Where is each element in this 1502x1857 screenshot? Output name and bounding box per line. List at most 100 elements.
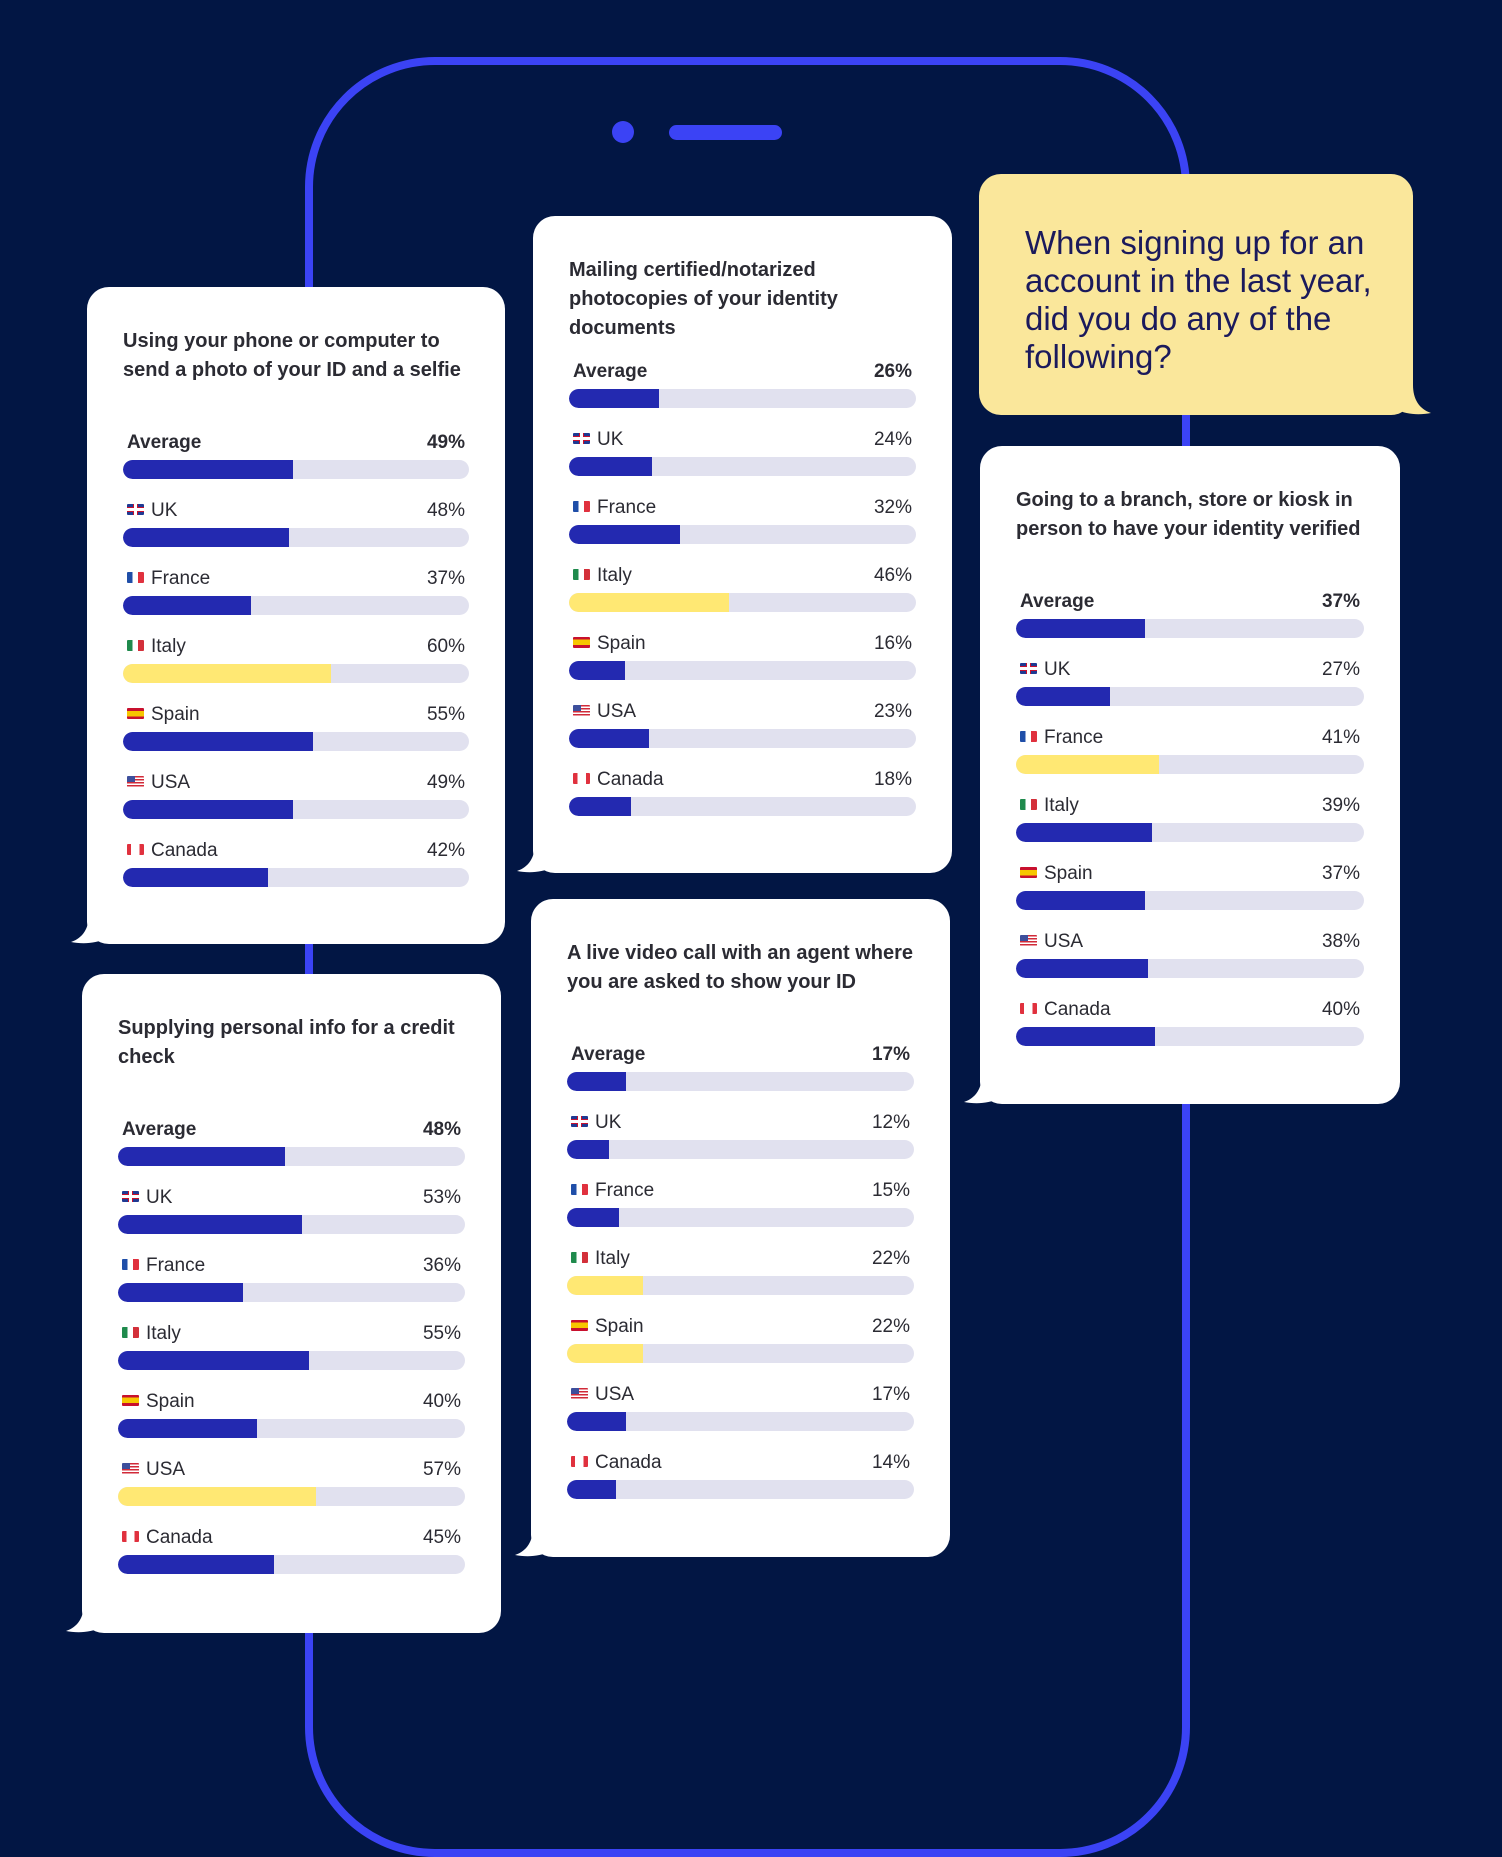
category-label-wrap: Italy [122, 1323, 181, 1345]
category-label-wrap: Canada [571, 1452, 662, 1474]
bar-row-header: Average 26% [569, 359, 916, 383]
bar-fill [567, 1412, 626, 1431]
value-label: 37% [1321, 591, 1360, 612]
bar-fill [569, 525, 681, 544]
uk-flag-icon [573, 433, 590, 444]
category-label-wrap: UK [573, 429, 623, 451]
canada-flag-icon [1020, 1003, 1037, 1014]
value-label: 12% [871, 1112, 910, 1133]
bar-row-france: France 32% [569, 495, 916, 544]
bar-fill [123, 460, 293, 479]
bar-row-france: France 41% [1016, 725, 1364, 774]
bubble-tail-icon [1397, 385, 1431, 415]
category-label-wrap: France [573, 497, 656, 519]
bar-fill [123, 800, 293, 819]
bar-fill [569, 797, 632, 816]
category-label: France [595, 1180, 655, 1201]
category-label: Italy [1044, 795, 1079, 816]
bar-track [118, 1215, 465, 1234]
bar-row-canada: Canada 42% [123, 838, 469, 887]
value-label: 53% [422, 1187, 461, 1208]
value-label: 40% [1321, 999, 1360, 1020]
bar-row-uk: UK 27% [1016, 657, 1364, 706]
bar-track [567, 1480, 914, 1499]
bar-fill [118, 1215, 302, 1234]
bar-track [569, 661, 916, 680]
bar-row-france: France 37% [123, 566, 469, 615]
bar-track [567, 1344, 914, 1363]
bubble-tail-icon [517, 843, 551, 873]
bar-row-usa: USA 17% [567, 1382, 914, 1431]
category-label: USA [597, 701, 637, 722]
bar-track [123, 868, 469, 887]
category-label: Spain [151, 704, 200, 725]
bar-fill [1016, 959, 1149, 978]
category-label-wrap: USA [573, 701, 636, 723]
category-label: UK [595, 1112, 622, 1133]
category-label: France [146, 1255, 206, 1276]
france-flag-icon [1020, 731, 1037, 742]
bubble-tail-icon [964, 1074, 998, 1104]
category-label-wrap: Average [127, 432, 201, 454]
value-label: 27% [1321, 659, 1360, 680]
category-label: Canada [595, 1452, 662, 1473]
bar-fill [567, 1480, 616, 1499]
bar-fill [118, 1555, 275, 1574]
bar-row-usa: USA 38% [1016, 929, 1364, 978]
bar-row-header: UK 53% [118, 1185, 465, 1209]
bar-track [569, 729, 916, 748]
category-label: France [597, 497, 657, 518]
uk-flag-icon [1020, 663, 1037, 674]
bar-row-header: Canada 45% [118, 1525, 465, 1549]
category-label-wrap: UK [571, 1112, 621, 1134]
bar-row-header: Italy 22% [567, 1246, 914, 1270]
bar-row-italy: Italy 22% [567, 1246, 914, 1295]
bar-row-header: UK 24% [569, 427, 916, 451]
italy-flag-icon [122, 1327, 139, 1338]
bar-track [118, 1283, 465, 1302]
bar-track [567, 1208, 914, 1227]
bar-row-uk: UK 24% [569, 427, 916, 476]
bar-row-header: Average 49% [123, 430, 469, 454]
phone-camera-icon [612, 121, 634, 143]
category-label-wrap: USA [127, 772, 190, 794]
bar-fill [569, 661, 625, 680]
bar-track [123, 732, 469, 751]
chart-card-mailing-photocopies: Mailing certified/notarized photocopies … [517, 216, 952, 873]
uk-flag-icon [122, 1191, 139, 1202]
chart-title: A live video call with an agent where yo… [567, 942, 914, 993]
bar-fill [118, 1147, 285, 1166]
bar-track [1016, 619, 1364, 638]
bar-row-canada: Canada 14% [567, 1450, 914, 1499]
chart-card-in-person: Going to a branch, store or kiosk in per… [964, 446, 1400, 1104]
bar-track [567, 1276, 914, 1295]
bar-row-header: Spain 40% [118, 1389, 465, 1413]
bar-row-canada: Canada 40% [1016, 997, 1364, 1046]
bar-fill [569, 593, 729, 612]
bar-track [123, 664, 469, 683]
category-label-wrap: Average [1020, 591, 1094, 613]
bar-row-header: Spain 16% [569, 631, 916, 655]
france-flag-icon [571, 1184, 588, 1195]
bar-fill [123, 868, 269, 887]
usa-flag-icon [571, 1388, 588, 1399]
bar-track [123, 460, 469, 479]
category-label: France [151, 568, 211, 589]
category-label-wrap: Average [571, 1044, 645, 1066]
uk-flag-icon [127, 504, 144, 515]
category-label: Canada [146, 1527, 213, 1548]
phone-speaker-icon [669, 125, 782, 140]
bar-row-header: France 15% [567, 1178, 914, 1202]
chart-card-credit-check: Supplying personal info for a credit che… [66, 974, 501, 1633]
bar-fill [123, 732, 314, 751]
bar-track [118, 1555, 465, 1574]
spain-flag-icon [127, 708, 144, 719]
bar-track [123, 596, 469, 615]
bar-track [118, 1487, 465, 1506]
france-flag-icon [573, 501, 590, 512]
category-label: UK [597, 429, 624, 450]
bar-row-header: Spain 55% [123, 702, 469, 726]
category-label: UK [151, 500, 178, 521]
category-label-wrap: Canada [1020, 999, 1111, 1021]
category-label-wrap: France [127, 568, 210, 590]
